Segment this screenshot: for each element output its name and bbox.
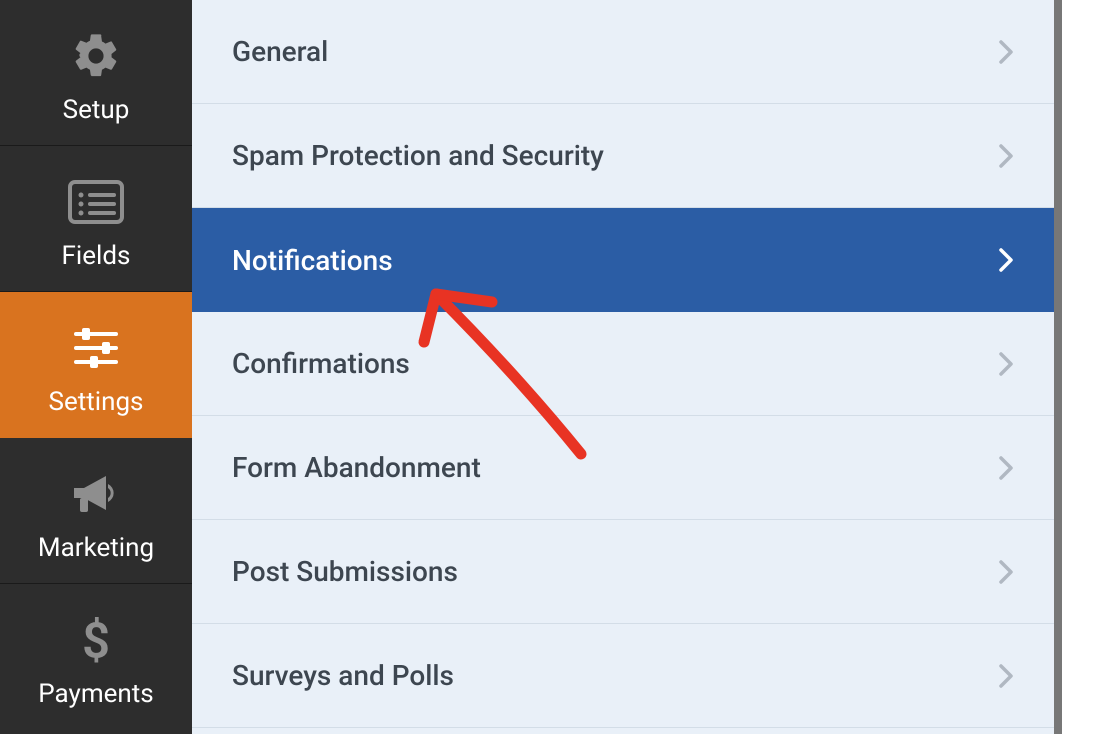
chevron-right-icon: [974, 246, 1014, 274]
sidebar-item-marketing[interactable]: Marketing: [0, 438, 192, 584]
settings-row-general[interactable]: General: [192, 0, 1054, 104]
settings-row-label: Post Submissions: [232, 555, 458, 588]
svg-text:$: $: [82, 614, 110, 666]
settings-row-label: Confirmations: [232, 347, 410, 380]
sidebar-item-label: Setup: [63, 95, 130, 125]
settings-row-surveys[interactable]: Surveys and Polls: [192, 624, 1054, 728]
settings-row-confirmations[interactable]: Confirmations: [192, 312, 1054, 416]
settings-row-label: Notifications: [232, 244, 393, 277]
settings-panel: General Spam Protection and Security Not…: [192, 0, 1054, 734]
chevron-right-icon: [974, 662, 1014, 690]
settings-row-post-submissions[interactable]: Post Submissions: [192, 520, 1054, 624]
settings-row-label: Spam Protection and Security: [232, 139, 604, 172]
sliders-icon: [68, 313, 124, 383]
chevron-right-icon: [974, 142, 1014, 170]
window-border: [1054, 0, 1062, 734]
chevron-right-icon: [974, 454, 1014, 482]
list-icon: [68, 167, 124, 237]
sidebar-item-setup[interactable]: Setup: [0, 0, 192, 146]
sidebar: Setup Fields Settings: [0, 0, 192, 734]
settings-row-label: Form Abandonment: [232, 451, 481, 484]
sidebar-item-payments[interactable]: $ Payments: [0, 584, 192, 730]
settings-row-spam[interactable]: Spam Protection and Security: [192, 104, 1054, 208]
chevron-right-icon: [974, 350, 1014, 378]
bullhorn-icon: [70, 459, 122, 529]
chevron-right-icon: [974, 558, 1014, 586]
dollar-icon: $: [78, 605, 114, 675]
sidebar-item-settings[interactable]: Settings: [0, 292, 192, 438]
chevron-right-icon: [974, 38, 1014, 66]
gear-icon: [70, 21, 122, 91]
sidebar-item-label: Payments: [38, 679, 153, 709]
settings-row-label: General: [232, 35, 328, 68]
settings-row-notifications[interactable]: Notifications: [192, 208, 1054, 312]
sidebar-item-fields[interactable]: Fields: [0, 146, 192, 292]
settings-row-form-abandonment[interactable]: Form Abandonment: [192, 416, 1054, 520]
settings-row-label: Surveys and Polls: [232, 659, 454, 692]
sidebar-item-label: Settings: [49, 387, 144, 417]
sidebar-item-label: Marketing: [38, 533, 154, 563]
sidebar-item-label: Fields: [62, 241, 131, 271]
